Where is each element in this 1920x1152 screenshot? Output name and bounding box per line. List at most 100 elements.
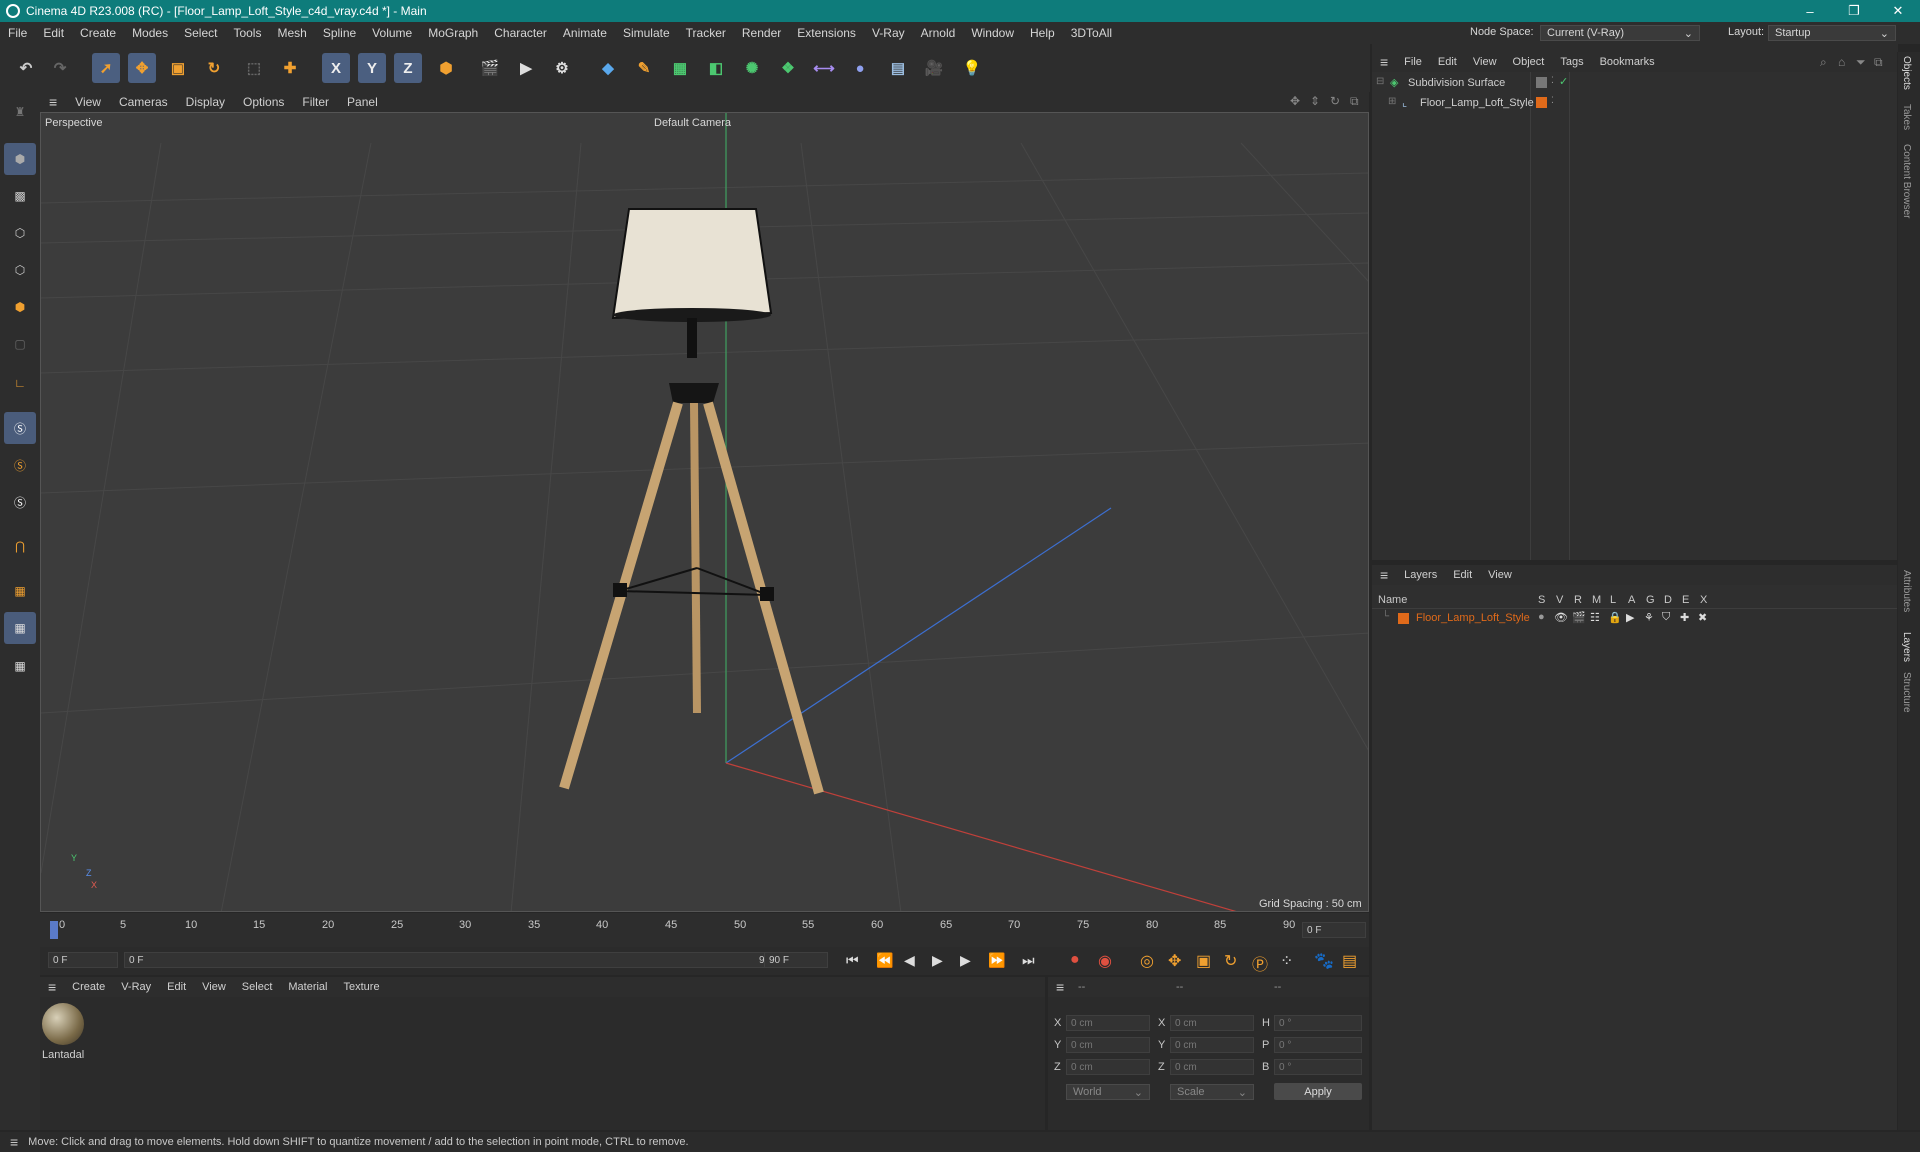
hamburger-icon[interactable]: ≡ xyxy=(1372,54,1396,70)
visible-eye-icon[interactable]: 👁 xyxy=(1554,611,1568,624)
material-menu-create[interactable]: Create xyxy=(64,981,113,993)
generators-icon[interactable]: ⚘ xyxy=(1644,611,1654,624)
column-expressions[interactable]: E xyxy=(1682,594,1689,606)
xrefs-icon[interactable]: ✖ xyxy=(1698,611,1707,624)
hamburger-icon[interactable]: ≡ xyxy=(0,1134,28,1150)
add-object-icon[interactable]: ✚ xyxy=(276,53,304,83)
select-tool-icon[interactable]: ➚ xyxy=(92,53,120,83)
field-icon[interactable]: ● xyxy=(846,53,874,83)
tab-content-browser[interactable]: Content Browser xyxy=(1901,144,1912,218)
close-button[interactable]: ✕ xyxy=(1876,0,1920,22)
rotation-b-field[interactable]: 0 ° xyxy=(1274,1059,1362,1075)
menu-extensions[interactable]: Extensions xyxy=(789,26,864,40)
cube-icon[interactable]: ◆ xyxy=(594,53,622,83)
material-menu-view[interactable]: View xyxy=(194,981,234,993)
prev-key-icon[interactable]: ⏪ xyxy=(876,952,893,969)
render-settings-icon[interactable]: ⚙ xyxy=(548,53,576,83)
visibility-dots-icon[interactable]: ⁚ xyxy=(1551,95,1554,106)
undo-icon[interactable]: ↶ xyxy=(12,53,40,83)
grid-icon[interactable]: ▦ xyxy=(4,612,36,644)
expand-icon[interactable]: ⊞ xyxy=(1388,96,1396,107)
cloner-icon[interactable]: ✺ xyxy=(738,53,766,83)
camera-icon[interactable]: 🎥 xyxy=(920,53,948,83)
render-picture-viewer-icon[interactable]: ▶ xyxy=(512,53,540,83)
object-menu-bookmarks[interactable]: Bookmarks xyxy=(1592,56,1663,68)
menu-spline[interactable]: Spline xyxy=(315,26,364,40)
redo-icon[interactable]: ↷ xyxy=(46,53,74,83)
menu-window[interactable]: Window xyxy=(963,26,1022,40)
position-y-field[interactable]: 0 cm xyxy=(1066,1037,1150,1053)
size-y-field[interactable]: 0 cm xyxy=(1170,1037,1254,1053)
layout-dropdown[interactable]: Startup ⌄ xyxy=(1768,25,1896,41)
key-scale-icon[interactable]: ▣ xyxy=(1196,951,1211,971)
solo-icon[interactable]: ● xyxy=(1538,611,1545,623)
viewport-menu-display[interactable]: Display xyxy=(177,95,234,109)
make-editable-icon[interactable]: ♜ xyxy=(4,96,36,128)
column-manager[interactable]: M xyxy=(1592,594,1601,606)
hamburger-icon[interactable]: ≡ xyxy=(1048,979,1072,995)
column-xrefs[interactable]: X xyxy=(1700,594,1707,606)
column-locked[interactable]: L xyxy=(1610,594,1616,606)
new-window-icon[interactable]: ⧉ xyxy=(1874,55,1883,70)
menu-arnold[interactable]: Arnold xyxy=(913,26,964,40)
points-mode-icon[interactable]: ⬡ xyxy=(4,217,36,249)
end-frame-field[interactable]: 90 F xyxy=(764,952,828,968)
light-icon[interactable]: 💡 xyxy=(958,53,986,83)
current-frame-field[interactable]: 0 F xyxy=(1302,922,1366,938)
maximize-view-icon[interactable]: ⧉ xyxy=(1350,94,1359,109)
object-row[interactable]: ⊞ ⌞ Floor_Lamp_Loft_Style ⁚ xyxy=(1372,95,1897,112)
record-icon[interactable]: ● xyxy=(1070,951,1080,969)
menu-3dtoall[interactable]: 3DToAll xyxy=(1063,26,1120,40)
viewport-menu-cameras[interactable]: Cameras xyxy=(110,95,177,109)
object-menu-edit[interactable]: Edit xyxy=(1430,56,1465,68)
viewport-menu-filter[interactable]: Filter xyxy=(293,95,338,109)
polygons-mode-icon[interactable]: ⬢ xyxy=(4,291,36,323)
goto-end-icon[interactable]: ⏭ xyxy=(1022,952,1035,969)
key-pla-icon[interactable]: ⁘ xyxy=(1280,951,1293,971)
filter-icon[interactable]: ⏷ xyxy=(1856,55,1866,70)
menu-simulate[interactable]: Simulate xyxy=(615,26,678,40)
menu-edit[interactable]: Edit xyxy=(35,26,72,40)
prev-frame-icon[interactable]: ◀ xyxy=(904,952,915,969)
apply-button[interactable]: Apply xyxy=(1274,1083,1362,1100)
menu-character[interactable]: Character xyxy=(486,26,555,40)
next-frame-icon[interactable]: ▶ xyxy=(960,952,971,969)
coord-system-dropdown[interactable]: World ⌄ xyxy=(1066,1084,1150,1100)
frame-range-slider[interactable]: 0 F 90 F xyxy=(124,952,784,968)
enabled-check-icon[interactable]: ✓ xyxy=(1559,75,1568,88)
layer-menu-edit[interactable]: Edit xyxy=(1445,569,1480,581)
menu-select[interactable]: Select xyxy=(176,26,225,40)
tab-takes[interactable]: Takes xyxy=(1901,104,1912,130)
autokey-icon[interactable]: ◉ xyxy=(1098,951,1112,971)
hamburger-icon[interactable]: ≡ xyxy=(1372,567,1396,583)
menu-animate[interactable]: Animate xyxy=(555,26,615,40)
axis-z-button[interactable]: Z xyxy=(394,53,422,83)
layer-color-swatch[interactable] xyxy=(1398,613,1409,624)
menu-tracker[interactable]: Tracker xyxy=(678,26,734,40)
minimize-button[interactable]: – xyxy=(1788,0,1832,22)
menu-file[interactable]: File xyxy=(0,26,35,40)
object-menu-object[interactable]: Object xyxy=(1505,56,1553,68)
start-frame-field[interactable]: 0 F xyxy=(48,952,118,968)
tab-structure[interactable]: Structure xyxy=(1901,672,1912,713)
material-swatch[interactable]: Lantadal xyxy=(42,1003,86,1069)
timeline-ruler[interactable]: 0 5 10 15 20 25 30 35 40 45 50 55 60 65 … xyxy=(40,913,1369,947)
zoom-view-icon[interactable]: ⇕ xyxy=(1310,94,1320,108)
node-space-dropdown[interactable]: Current (V-Ray) ⌄ xyxy=(1540,25,1700,41)
floor-icon[interactable]: ▤ xyxy=(884,53,912,83)
mograph-icon[interactable]: ❖ xyxy=(774,53,802,83)
keyframe-selection-icon[interactable]: ◎ xyxy=(1140,951,1154,971)
column-generators[interactable]: G xyxy=(1646,594,1655,606)
tab-objects[interactable]: Objects xyxy=(1901,56,1912,90)
material-menu-vray[interactable]: V-Ray xyxy=(113,981,159,993)
hamburger-icon[interactable]: ≡ xyxy=(40,979,64,995)
rotation-h-field[interactable]: 0 ° xyxy=(1274,1015,1362,1031)
lock-icon[interactable]: 🔒 xyxy=(1608,611,1622,624)
tab-layers[interactable]: Layers xyxy=(1901,632,1912,662)
menu-modes[interactable]: Modes xyxy=(124,26,176,40)
snap-settings-icon[interactable]: Ⓢ xyxy=(4,449,36,481)
expressions-icon[interactable]: ✚ xyxy=(1680,611,1689,624)
hamburger-icon[interactable]: ≡ xyxy=(40,94,66,110)
menu-render[interactable]: Render xyxy=(734,26,789,40)
material-menu-select[interactable]: Select xyxy=(234,981,281,993)
